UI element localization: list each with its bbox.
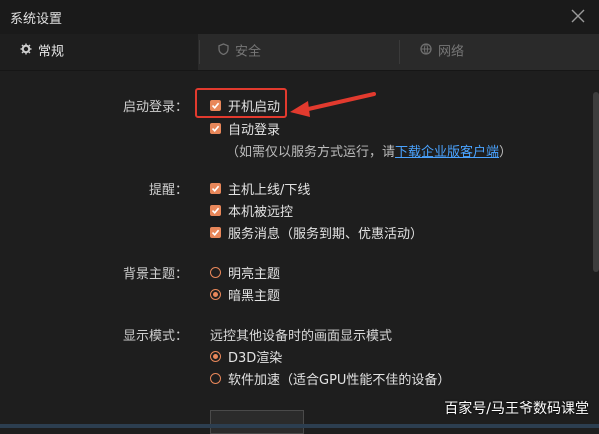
radio-unselected-icon xyxy=(210,373,221,384)
tab-network[interactable]: 网络 xyxy=(420,34,464,70)
taskbar-strip xyxy=(0,424,599,428)
checkbox-checked-icon xyxy=(210,227,221,238)
tab-general-label: 常规 xyxy=(38,44,65,60)
annotation-arrow-icon xyxy=(290,92,376,117)
service-message-checkbox[interactable]: 服务消息（服务到期、优惠活动） xyxy=(210,223,423,242)
startup-label: 启动登录： xyxy=(122,100,188,115)
watermark-text: 百家号/马王爷数码课堂 xyxy=(444,401,589,417)
service-note-suffix: ） xyxy=(499,145,513,160)
remote-controlled-checkbox[interactable]: 本机被远控 xyxy=(210,201,293,220)
radio-selected-icon xyxy=(210,289,221,300)
radio-unselected-icon xyxy=(210,267,221,278)
window-title: 系统设置 xyxy=(10,12,63,27)
annotation-highlight-box xyxy=(195,88,287,118)
reminder-label: 提醒： xyxy=(148,183,188,198)
globe-icon xyxy=(420,34,432,70)
tab-network-label: 网络 xyxy=(438,44,465,60)
gear-icon xyxy=(20,34,32,70)
checkbox-checked-icon xyxy=(210,205,221,216)
d3d-render-radio[interactable]: D3D渲染 xyxy=(210,347,282,366)
title-bar: 系统设置 xyxy=(0,0,599,34)
host-online-label: 主机上线/下线 xyxy=(228,183,311,198)
auto-login-label: 自动登录 xyxy=(228,123,281,138)
tab-security[interactable]: 安全 xyxy=(218,34,261,70)
service-note-prefix: （如需仅以服务方式运行，请 xyxy=(226,145,396,160)
checkbox-checked-icon xyxy=(210,183,221,194)
tab-bar: 常规 安全 网络 xyxy=(0,34,599,71)
remote-controlled-label: 本机被远控 xyxy=(228,205,294,220)
theme-dark-label: 暗黑主题 xyxy=(228,289,281,304)
display-label: 显示模式： xyxy=(122,329,188,344)
shield-icon xyxy=(218,34,229,70)
software-accel-label: 软件加速（适合GPU性能不佳的设备） xyxy=(228,373,451,388)
service-note: （如需仅以服务方式运行，请下载企业版客户端） xyxy=(226,141,512,160)
radio-selected-icon xyxy=(210,351,221,362)
cutoff-dropdown[interactable] xyxy=(210,410,304,434)
theme-light-radio[interactable]: 明亮主题 xyxy=(210,263,280,282)
download-enterprise-link[interactable]: 下载企业版客户端 xyxy=(395,145,499,160)
tab-security-label: 安全 xyxy=(235,44,262,60)
theme-dark-radio[interactable]: 暗黑主题 xyxy=(210,285,280,304)
tab-general[interactable]: 常规 xyxy=(0,34,198,70)
close-icon xyxy=(571,9,585,23)
auto-login-checkbox[interactable]: 自动登录 xyxy=(210,119,280,138)
close-button[interactable] xyxy=(569,7,587,25)
theme-label: 背景主题： xyxy=(122,267,188,282)
software-accel-radio[interactable]: 软件加速（适合GPU性能不佳的设备） xyxy=(210,369,450,388)
display-description: 远控其他设备时的画面显示模式 xyxy=(210,329,393,344)
host-online-checkbox[interactable]: 主机上线/下线 xyxy=(210,179,310,198)
checkbox-checked-icon xyxy=(210,123,221,134)
d3d-render-label: D3D渲染 xyxy=(228,351,283,366)
tab-divider xyxy=(399,40,400,64)
theme-light-label: 明亮主题 xyxy=(228,267,281,282)
scrollbar[interactable] xyxy=(593,92,599,272)
service-message-label: 服务消息（服务到期、优惠活动） xyxy=(228,227,424,242)
tab-divider xyxy=(199,40,200,64)
